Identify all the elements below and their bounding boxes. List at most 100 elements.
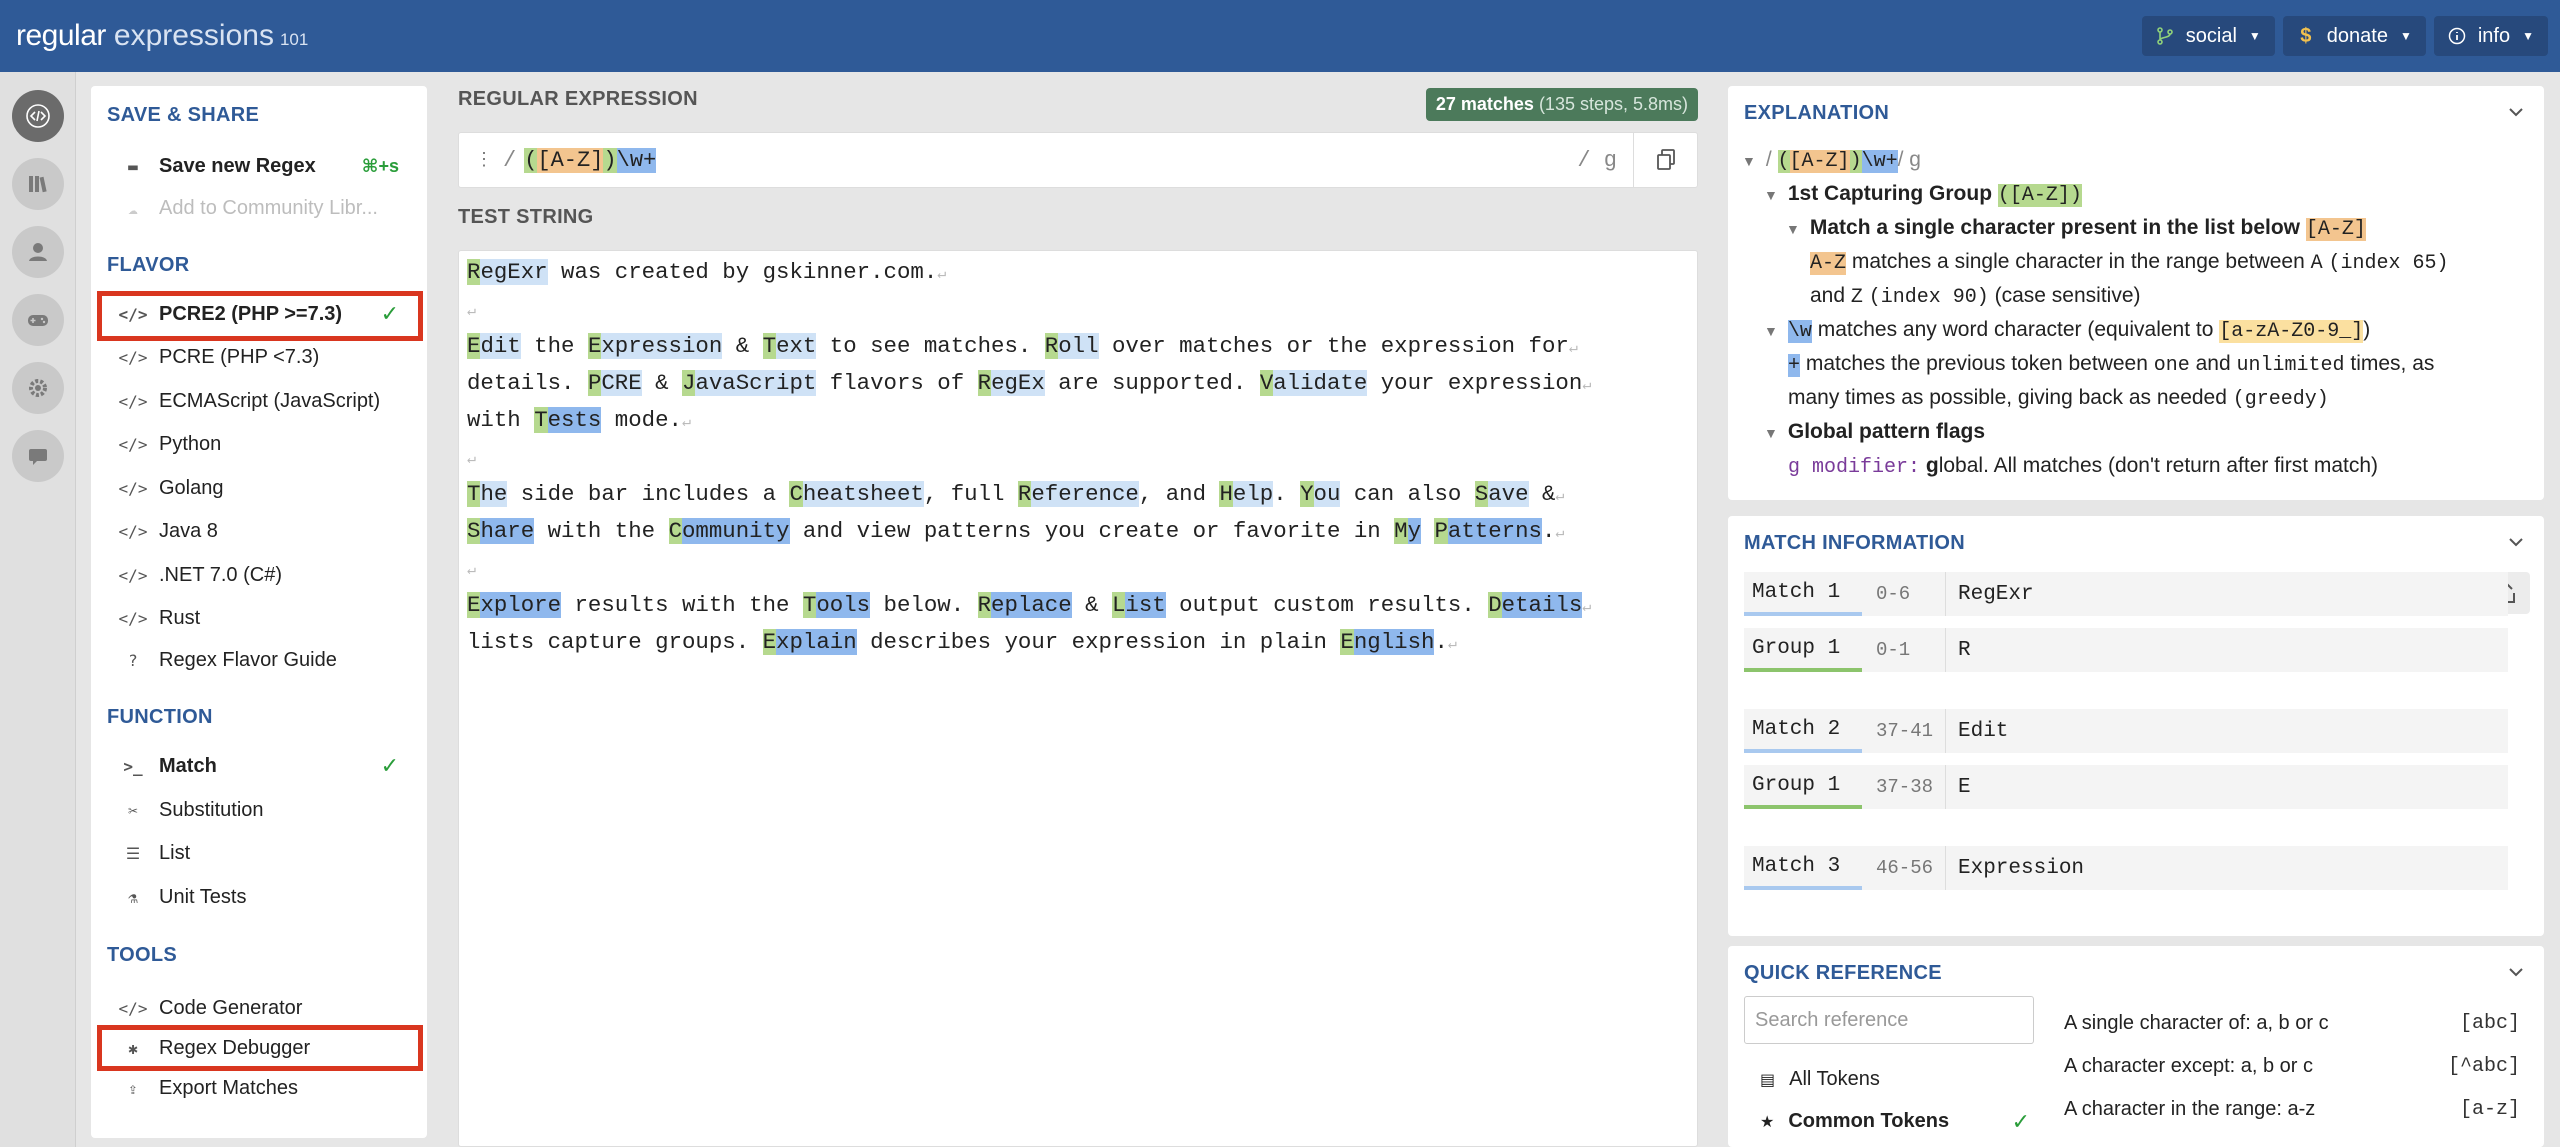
- quiz-rail-button[interactable]: [12, 294, 64, 346]
- match-highlight[interactable]: RegExr: [467, 259, 548, 285]
- explanation-group1[interactable]: ▼ 1st Capturing Group ([A-Z]): [1764, 182, 2082, 207]
- group-highlight: S: [467, 518, 481, 544]
- match-highlight[interactable]: My: [1394, 518, 1422, 544]
- account-rail-button[interactable]: [12, 226, 64, 278]
- group-highlight: R: [1044, 333, 1059, 359]
- regex-flags[interactable]: / g: [1577, 148, 1617, 173]
- match-range: 37-38: [1862, 765, 1946, 809]
- tool-export-matches[interactable]: ⇪ Export Matches: [121, 1070, 411, 1106]
- match-highlight[interactable]: Cheatsheet: [789, 481, 924, 507]
- test-string-line: ↵: [467, 296, 476, 322]
- flavor-pcre[interactable]: </> PCRE (PHP <7.3): [119, 339, 411, 375]
- ref-category-common-tokens[interactable]: ★ Common Tokens ✓: [1760, 1109, 2030, 1134]
- explanation-char-set[interactable]: ▼ Match a single character present in the…: [1786, 216, 2366, 241]
- match-highlight[interactable]: List: [1111, 592, 1166, 618]
- match-row[interactable]: Match 3 46-56 Expression: [1744, 846, 2508, 890]
- tools-heading: TOOLS: [107, 944, 178, 966]
- group-highlight: T: [762, 333, 777, 359]
- match-highlight[interactable]: Save: [1474, 481, 1529, 507]
- explanation-root[interactable]: ▼ / ([A-Z])\w+/ g: [1742, 148, 1921, 173]
- flavor-java[interactable]: </> Java 8: [119, 513, 411, 549]
- chevron-down-icon[interactable]: [2508, 534, 2524, 550]
- newline-marker: ↵: [1555, 488, 1565, 505]
- group-highlight: S: [1474, 481, 1489, 507]
- ref-item[interactable]: A character except: a, b or c [^abc]: [2064, 1055, 2520, 1078]
- info-button[interactable]: info ▼: [2433, 16, 2548, 56]
- match-highlight[interactable]: Reference: [1017, 481, 1139, 507]
- group-highlight: E: [762, 629, 777, 655]
- match-highlight[interactable]: Tools: [802, 592, 871, 618]
- drag-handle-icon[interactable]: ⋮: [475, 149, 493, 171]
- flavor-label: Golang: [159, 476, 224, 499]
- match-label: Group 1: [1744, 765, 1862, 809]
- test-string-editor[interactable]: RegExr was created by gskinner.com.↵ ↵ Edi…: [458, 250, 1698, 1147]
- flavor-guide-link[interactable]: ? Regex Flavor Guide: [121, 642, 411, 678]
- settings-rail-button[interactable]: [12, 362, 64, 414]
- newline-marker: ↵: [1568, 340, 1578, 357]
- library-rail-button[interactable]: [12, 158, 64, 210]
- match-highlight[interactable]: English: [1340, 629, 1435, 655]
- function-match[interactable]: >_ Match ✓: [121, 748, 411, 784]
- match-highlight[interactable]: Patterns: [1434, 518, 1542, 544]
- match-highlight[interactable]: Text: [762, 333, 817, 359]
- match-highlight[interactable]: Details: [1488, 592, 1583, 618]
- ref-item[interactable]: A single character of: a, b or c [abc]: [2064, 1012, 2520, 1035]
- function-list[interactable]: ☰ List: [121, 835, 411, 871]
- regex-input[interactable]: ⋮ / ([A-Z]) \w+ / g: [458, 132, 1698, 188]
- match-highlight[interactable]: JavaScript: [682, 370, 817, 396]
- match-highlight[interactable]: Replace: [977, 592, 1072, 618]
- match-highlight[interactable]: Edit: [467, 333, 521, 359]
- match-rest: eplace: [991, 592, 1072, 618]
- group-row[interactable]: Group 1 37-38 E: [1744, 765, 2508, 809]
- chat-rail-button[interactable]: [12, 430, 64, 482]
- flavor-label: Java 8: [159, 519, 218, 542]
- copy-icon[interactable]: [1633, 133, 1697, 187]
- explanation-word-char[interactable]: ▼ \w matches any word character (equivale…: [1764, 318, 2370, 343]
- flavor-golang[interactable]: </> Golang: [119, 470, 411, 506]
- match-highlight[interactable]: Community: [668, 518, 790, 544]
- match-highlight[interactable]: Explore: [467, 592, 562, 618]
- match-row[interactable]: Match 2 37-41 Edit: [1744, 709, 2508, 753]
- newline-marker: ↵: [467, 303, 477, 320]
- match-highlight[interactable]: RegEx: [977, 370, 1045, 396]
- group-highlight: E: [467, 592, 481, 618]
- explanation-flags[interactable]: ▼ Global pattern flags: [1764, 420, 1985, 444]
- match-highlight[interactable]: Share: [467, 518, 535, 544]
- icon-rail: [0, 72, 76, 1147]
- reference-search-input[interactable]: Search reference: [1744, 996, 2034, 1044]
- flavor-dotnet[interactable]: </> .NET 7.0 (C#): [119, 557, 411, 593]
- group-row[interactable]: Group 1 0-1 R: [1744, 628, 2508, 672]
- donate-button[interactable]: $ donate ▼: [2282, 16, 2426, 56]
- match-row[interactable]: Match 1 0-6 RegExr: [1744, 572, 2508, 616]
- match-highlight[interactable]: Help: [1219, 481, 1274, 507]
- chevron-down-icon[interactable]: [2508, 964, 2524, 980]
- add-community-button[interactable]: ☁ Add to Community Libr...: [121, 190, 411, 226]
- social-button[interactable]: social ▼: [2141, 16, 2275, 56]
- match-rest: atterns: [1447, 518, 1542, 544]
- tool-code-generator[interactable]: </> Code Generator: [119, 990, 411, 1026]
- function-unit-tests[interactable]: ⚗ Unit Tests: [121, 879, 411, 915]
- ref-item[interactable]: A character in the range: a-z [a-z]: [2064, 1098, 2520, 1121]
- flavor-ecmascript[interactable]: </> ECMAScript (JavaScript): [119, 383, 411, 419]
- match-highlight[interactable]: Tests: [534, 407, 602, 433]
- match-info-heading: MATCH INFORMATION: [1744, 532, 1965, 554]
- plain-text: describes your expression in plain: [856, 629, 1341, 655]
- newline-marker: ↵: [467, 451, 477, 468]
- flavor-rust[interactable]: </> Rust: [119, 600, 411, 636]
- chevron-down-icon[interactable]: [2508, 104, 2524, 120]
- editor-rail-button[interactable]: [12, 90, 64, 142]
- match-highlight[interactable]: PCRE: [587, 370, 642, 396]
- flavor-python[interactable]: </> Python: [119, 426, 411, 462]
- match-highlight[interactable]: Roll: [1044, 333, 1099, 359]
- match-highlight[interactable]: Explain: [762, 629, 857, 655]
- plain-text: your expression: [1367, 370, 1583, 396]
- app-logo[interactable]: regular expressions 101: [16, 19, 308, 53]
- match-highlight[interactable]: Validate: [1259, 370, 1368, 396]
- ref-category-all-tokens[interactable]: ▤ All Tokens: [1760, 1068, 2030, 1091]
- stack-icon: ▤: [1760, 1071, 1776, 1089]
- save-new-regex-button[interactable]: ▬ Save new Regex ⌘+s: [121, 148, 411, 184]
- function-substitution[interactable]: ✂ Substitution: [121, 792, 411, 828]
- match-highlight[interactable]: Expression: [587, 333, 723, 359]
- match-highlight[interactable]: The: [467, 481, 508, 507]
- match-highlight[interactable]: You: [1300, 481, 1341, 507]
